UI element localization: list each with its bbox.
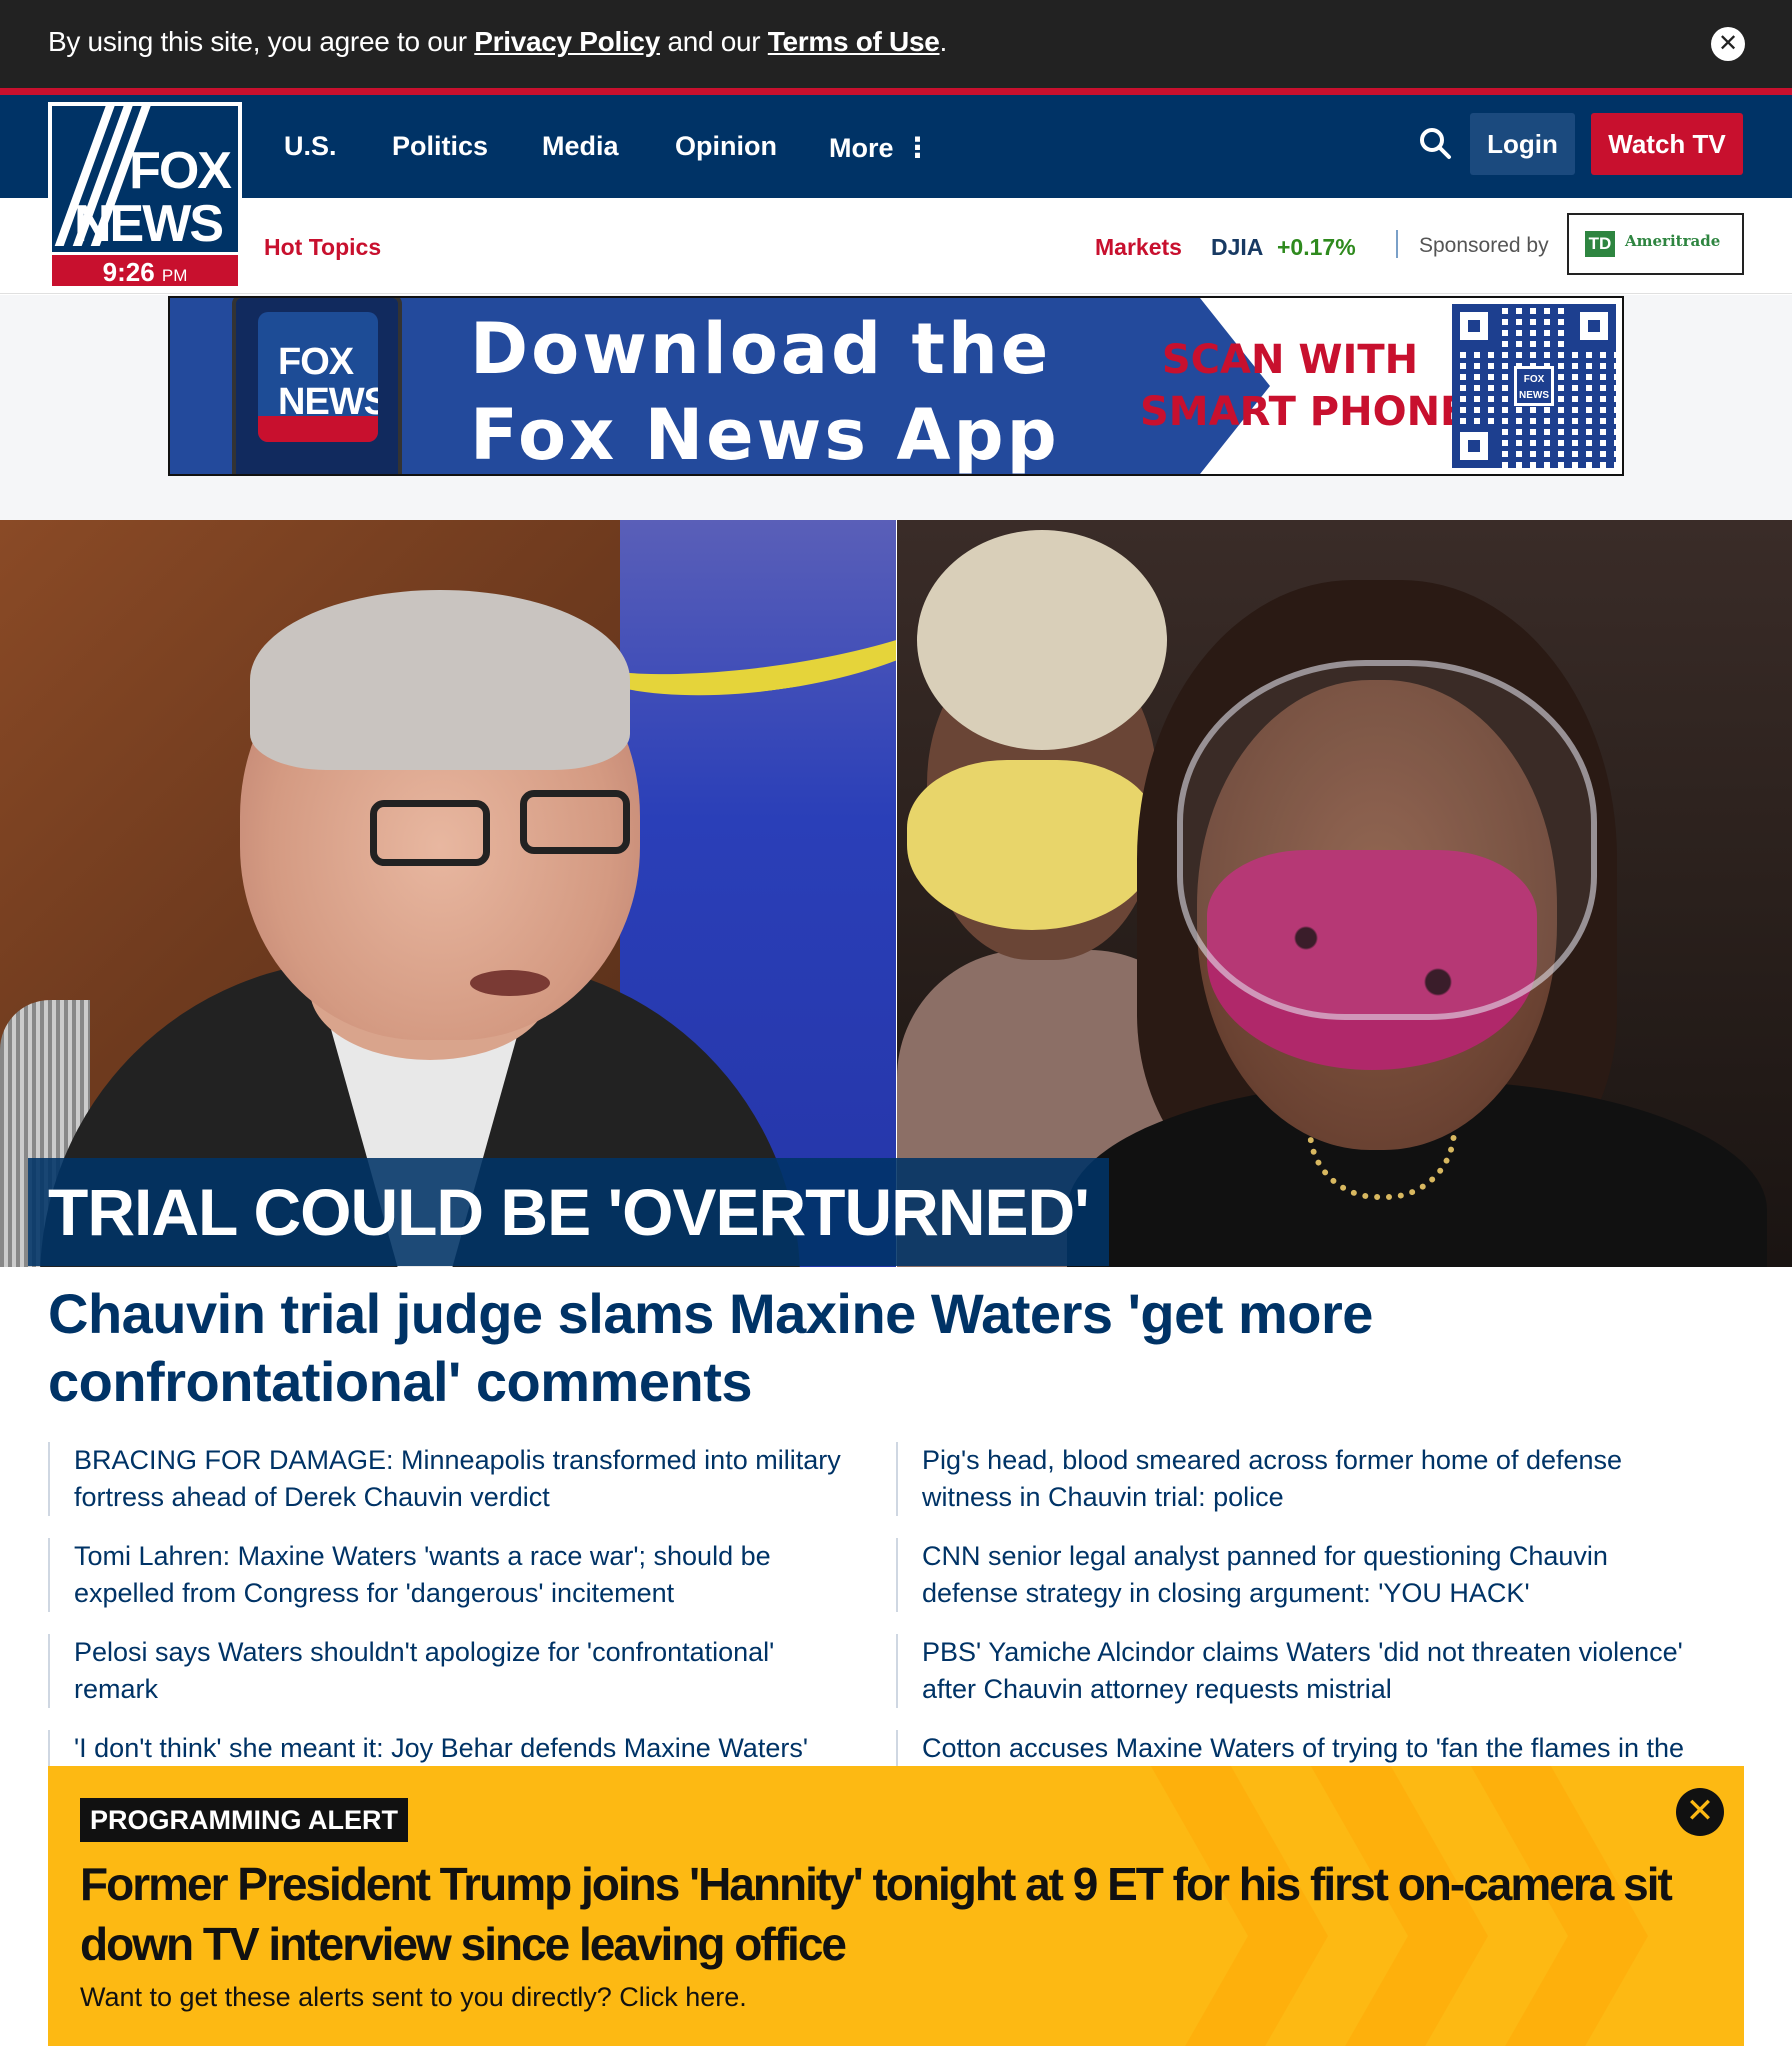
ad-scan-text: SCAN WITH SMART PHONE <box>1140 334 1467 438</box>
login-button[interactable]: Login <box>1470 113 1575 175</box>
programming-alert-banner: PROGRAMMING ALERT ✕ Former President Tru… <box>48 1766 1744 2046</box>
ad-headline-line1: Download the <box>470 308 1052 390</box>
related-link[interactable]: BRACING FOR DAMAGE: Minneapolis transfor… <box>48 1442 858 1516</box>
qr-logo-news: NEWS <box>1519 390 1549 401</box>
logo-clock: 9:26 PM <box>52 252 238 286</box>
sponsor-name: Ameritrade <box>1625 232 1721 250</box>
judge-hair <box>250 590 630 770</box>
td-ameritrade-sponsor[interactable]: TD Ameritrade <box>1567 213 1744 275</box>
qr-corner <box>1572 304 1616 348</box>
privacy-policy-link[interactable]: Privacy Policy <box>474 26 660 57</box>
cookie-text-before: By using this site, you agree to our <box>48 26 475 57</box>
face-shield <box>1177 660 1597 1020</box>
ad-headline-line2: Fox News App <box>470 394 1060 476</box>
cookie-consent-bar: By using this site, you agree to our Pri… <box>0 0 1792 88</box>
ad-app-logo-text: FOX NEWS <box>278 342 378 422</box>
phone-icon: FOX NEWS <box>232 298 402 474</box>
hero-image[interactable] <box>0 520 1792 1267</box>
fox-news-app-ad[interactable]: FOX NEWS Download the Fox News App SCAN WI… <box>168 296 1624 476</box>
terms-of-use-link[interactable]: Terms of Use <box>768 26 940 57</box>
main-headline[interactable]: Chauvin trial judge slams Maxine Waters … <box>48 1280 1528 1416</box>
nav-us[interactable]: U.S. <box>284 131 337 162</box>
cookie-text-after: . <box>939 26 948 57</box>
more-dots-icon: ⋮ <box>903 132 932 163</box>
djia-change: +0.17% <box>1277 234 1356 260</box>
alert-headline[interactable]: Former President Trump joins 'Hannity' t… <box>80 1854 1700 1974</box>
ad-logo-red-band <box>258 416 378 442</box>
sponsored-by-label: Sponsored by <box>1419 234 1549 257</box>
close-icon[interactable]: ✕ <box>1711 27 1745 61</box>
glasses <box>520 790 630 854</box>
nav-media[interactable]: Media <box>542 131 619 162</box>
glasses <box>370 800 490 866</box>
related-link[interactable]: CNN senior legal analyst panned for ques… <box>896 1538 1706 1612</box>
mouth <box>470 970 550 996</box>
related-link[interactable]: Pelosi says Waters shouldn't apologize f… <box>48 1634 858 1708</box>
nav-opinion[interactable]: Opinion <box>675 131 777 162</box>
ad-headline: Download the Fox News App <box>470 306 1060 476</box>
djia-label: DJIA <box>1211 234 1264 260</box>
ad-app-logo: FOX NEWS <box>258 312 378 442</box>
logo-news-text: NEWS <box>74 195 224 253</box>
waters-photo <box>897 520 1792 1267</box>
hero-label[interactable]: TRIAL COULD BE 'OVERTURNED' <box>28 1158 1109 1266</box>
background-person-hair <box>917 530 1167 750</box>
ad-scan-line1: SCAN WITH <box>1161 337 1419 383</box>
related-link[interactable]: Tomi Lahren: Maxine Waters 'wants a race… <box>48 1538 858 1612</box>
red-divider <box>0 88 1792 95</box>
qr-logo-fox: FOX <box>1523 374 1545 385</box>
logo-inner: FOX NEWS 9:26 PM <box>52 106 238 286</box>
qr-code-icon: FOX NEWS <box>1452 304 1616 468</box>
qr-corner <box>1452 424 1496 468</box>
nav-more-label: More <box>829 133 894 163</box>
alert-tag: PROGRAMMING ALERT <box>80 1798 408 1842</box>
search-icon[interactable] <box>1418 126 1452 160</box>
logo-fox-text: FOX <box>129 142 232 200</box>
judge-photo <box>0 520 896 1267</box>
close-icon[interactable]: ✕ <box>1676 1788 1724 1836</box>
watch-tv-button[interactable]: Watch TV <box>1591 113 1743 175</box>
divider <box>1396 230 1398 258</box>
td-logo-icon: TD <box>1585 231 1615 257</box>
related-link[interactable]: Pig's head, blood smeared across former … <box>896 1442 1706 1516</box>
ad-scan-line2: SMART PHONE <box>1140 389 1468 435</box>
qr-fox-logo: FOX NEWS <box>1514 366 1554 406</box>
alert-signup-link[interactable]: Want to get these alerts sent to you dir… <box>80 1982 747 2013</box>
nav-more[interactable]: More ⋮ <box>829 131 932 164</box>
clock-time: 9:26 <box>102 257 155 286</box>
clock-ampm: PM <box>161 266 188 285</box>
related-link[interactable]: PBS' Yamiche Alcindor claims Waters 'did… <box>896 1634 1706 1708</box>
markets-link[interactable]: Markets <box>1095 234 1182 261</box>
nav-politics[interactable]: Politics <box>392 131 488 162</box>
cookie-text-middle: and our <box>659 26 768 57</box>
qr-corner <box>1452 304 1496 348</box>
background-person-mask <box>907 760 1157 930</box>
cookie-text: By using this site, you agree to our Pri… <box>48 26 947 58</box>
hot-topics-link[interactable]: Hot Topics <box>264 234 381 261</box>
ad-logo-fox: FOX <box>278 341 354 383</box>
fox-news-logo[interactable]: FOX NEWS 9:26 PM <box>48 102 242 290</box>
